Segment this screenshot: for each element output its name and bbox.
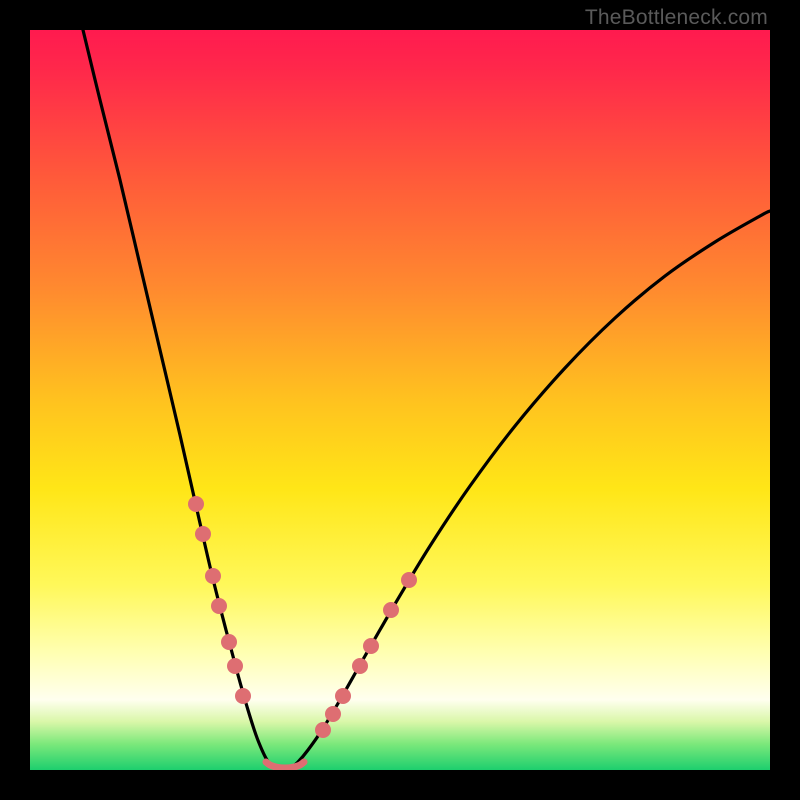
- dot-left-2: [205, 568, 221, 584]
- watermark-text: TheBottleneck.com: [585, 6, 768, 30]
- chart-frame: TheBottleneck.com: [0, 0, 800, 800]
- dot-right-2: [335, 688, 351, 704]
- dot-left-6: [235, 688, 251, 704]
- dot-right-1: [325, 706, 341, 722]
- dot-right-3: [352, 658, 368, 674]
- series-bottom-arc: [266, 762, 304, 768]
- dot-left-4: [221, 634, 237, 650]
- dot-left-3: [211, 598, 227, 614]
- series-right-curve: [292, 211, 770, 767]
- dot-right-4: [363, 638, 379, 654]
- curves-layer: [30, 30, 770, 770]
- series-left-curve: [83, 30, 278, 767]
- dot-left-1: [195, 526, 211, 542]
- plot-area: [30, 30, 770, 770]
- dot-right-0: [315, 722, 331, 738]
- dot-right-5: [383, 602, 399, 618]
- dot-right-6: [401, 572, 417, 588]
- dot-left-5: [227, 658, 243, 674]
- dot-left-0: [188, 496, 204, 512]
